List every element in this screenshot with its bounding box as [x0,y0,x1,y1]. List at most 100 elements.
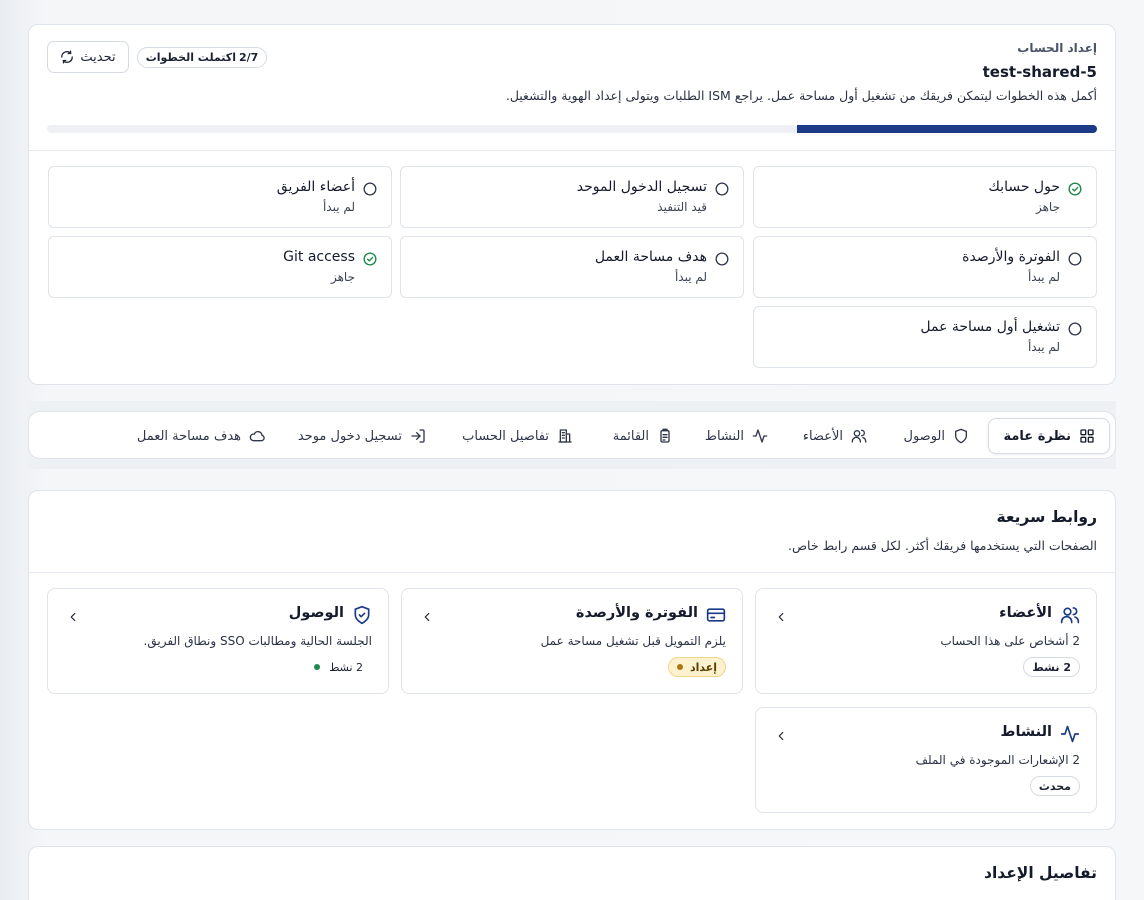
setup-step-name: حول حسابك [988,179,1060,195]
setup-step-status: لم يبدأ [1027,340,1060,354]
setup-step-name: Git access [283,249,355,265]
quick-links-divider [29,572,1115,573]
quick-link-card[interactable]: الأعضاء 2 أشخاص على هذا الحساب 2 نشط [755,588,1097,694]
tab-building[interactable]: تفاصيل الحساب [462,418,573,454]
shield-check-icon [352,605,372,625]
quick-link-badge-text: إعداد [689,660,717,674]
tab-label: هدف مساحة العمل [136,428,241,444]
quick-link-title: الأعضاء [999,605,1052,621]
chevron-left-icon [774,609,788,623]
setup-details-card: تفاصيل الإعداد [28,846,1116,900]
tab-shield[interactable]: الوصول [904,418,970,454]
tab-label: نظرة عامة [1003,428,1071,444]
quick-link-badge: 2 نشط [1023,657,1080,677]
activity-icon [1060,724,1080,744]
steps-progress-badge: 2/7 اكتملت الخطوات [137,47,267,68]
setup-step[interactable]: أعضاء الفريق لم يبدأ [48,166,392,228]
shield-icon [953,428,969,444]
setup-step-status: جاهز [1035,200,1060,214]
tab-label: تسجيل دخول موحد [297,428,402,444]
quick-links-card: روابط سريعة الصفحات التي يستخدمها فريقك … [28,490,1116,830]
setup-step[interactable]: تشغيل أول مساحة عمل لم يبدأ [753,306,1097,368]
tab-clipboard[interactable]: القائمة [613,418,673,454]
setup-step[interactable]: Git access جاهز [48,236,392,298]
setup-step[interactable]: حول حسابك جاهز [753,166,1097,228]
chevron-left-icon [66,609,80,623]
chevron-left-icon [774,728,788,742]
setup-description: أكمل هذه الخطوات ليتمكن فريقك من تشغيل أ… [505,88,1097,103]
setup-divider [29,150,1115,151]
tab-label: النشاط [704,428,744,444]
empty-circle-icon [1068,322,1082,336]
setup-step-status: لم يبدأ [322,200,355,214]
users-icon [1060,605,1080,625]
tab-label: الوصول [903,428,946,444]
quick-link-title: النشاط [1000,724,1052,740]
status-dot [314,664,321,670]
refresh-label: تحديث [80,49,116,65]
tab-label: الأعضاء [802,428,843,444]
setup-step-status: لم يبدأ [674,270,707,284]
quick-link-card[interactable]: الوصول الجلسة الحالية ومطالبات SSO ونطاق … [47,588,389,694]
quick-link-description: يلزم التمويل قبل تشغيل مساحة عمل [540,634,726,648]
check-circle-icon [363,252,377,266]
account-tabs: نظرة عامة الوصول الأعضاء النشاط القائمة تفاصي… [28,411,1116,459]
setup-step-name: أعضاء الفريق [276,179,355,195]
refresh-button[interactable]: تحديث [47,41,129,73]
activity-icon [752,428,768,444]
tab-label: تفاصيل الحساب [462,428,549,444]
quick-link-title: الوصول [288,605,344,621]
tab-activity[interactable]: النشاط [705,418,768,454]
warning-dot [676,664,683,670]
tab-login[interactable]: تسجيل دخول موحد [298,418,426,454]
quick-link-description: 2 أشخاص على هذا الحساب [940,634,1080,648]
empty-circle-icon [1068,252,1082,266]
setup-step[interactable]: تسجيل الدخول الموحد قيد التنفيذ [400,166,744,228]
quick-links-description: الصفحات التي يستخدمها فريقك أكثر. لكل قس… [787,538,1097,553]
login-icon [410,428,426,444]
quick-link-badge: 2 نشط [305,657,372,677]
setup-step[interactable]: الفوترة والأرصدة لم يبدأ [753,236,1097,298]
quick-link-description: الجلسة الحالية ومطالبات SSO ونطاق الفريق… [143,634,372,648]
account-name: test-shared-5 [982,63,1097,81]
check-circle-icon [1068,182,1082,196]
account-setup-card: إعداد الحساب test-shared-5 أكمل هذه الخط… [28,24,1116,385]
setup-step-name: الفوترة والأرصدة [962,249,1060,265]
steps-done-label: اكتملت الخطوات [145,51,236,64]
setup-step-name: هدف مساحة العمل [594,249,707,265]
users-icon [851,428,867,444]
setup-step-status: جاهز [330,270,355,284]
quick-link-card[interactable]: الفوترة والأرصدة يلزم التمويل قبل تشغيل م… [401,588,743,694]
empty-circle-icon [715,182,729,196]
tab-cloud[interactable]: هدف مساحة العمل [137,418,265,454]
empty-circle-icon [715,252,729,266]
quick-link-badge: محدث [1029,776,1080,796]
setup-eyebrow: إعداد الحساب [1017,41,1097,55]
setup-step-status: لم يبدأ [1027,270,1060,284]
quick-link-badge-text: محدث [1038,779,1071,793]
setup-step-name: تسجيل الدخول الموحد [576,179,707,195]
setup-progress-fill [797,125,1097,133]
steps-done-count: 2/7 [238,51,259,64]
quick-link-badge: إعداد [667,657,726,677]
quick-link-badge-text: 2 نشط [1032,660,1071,674]
tab-label: القائمة [612,428,649,444]
tab-users[interactable]: الأعضاء [803,418,867,454]
setup-step-name: تشغيل أول مساحة عمل [920,319,1060,335]
setup-progress-bar [47,125,1097,133]
setup-details-title: تفاصيل الإعداد [984,864,1097,882]
quick-link-title: الفوترة والأرصدة [575,605,698,621]
quick-links-title: روابط سريعة [996,508,1097,526]
quick-link-description: 2 الإشعارات الموجودة في الملف [915,753,1080,767]
tab-grid[interactable]: نظرة عامة [988,418,1110,454]
quick-link-card[interactable]: النشاط 2 الإشعارات الموجودة في الملف محدث [755,707,1097,813]
grid-icon [1079,428,1095,444]
setup-step-status: قيد التنفيذ [657,200,707,214]
chevron-left-icon [420,609,434,623]
building-icon [557,428,573,444]
quick-link-badge-text: 2 نشط [329,660,363,674]
setup-step[interactable]: هدف مساحة العمل لم يبدأ [400,236,744,298]
clipboard-icon [657,428,673,444]
credit-card-icon [706,605,726,625]
cloud-icon [249,428,265,444]
